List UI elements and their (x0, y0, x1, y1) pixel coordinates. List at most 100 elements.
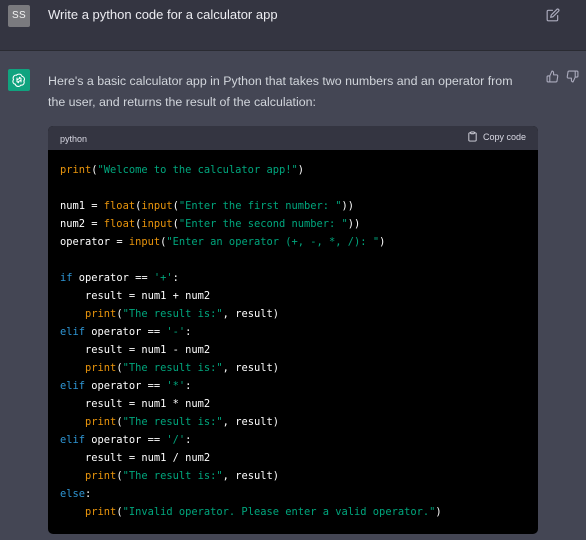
code-token: - (172, 344, 186, 356)
code-line: print("The result is:", result) (60, 359, 528, 377)
code-token: == (147, 380, 167, 392)
code-token: '*' (166, 380, 186, 392)
code-token: num1 (60, 200, 92, 212)
code-token: )) (347, 218, 361, 230)
code-line: print("The result is:", result) (60, 413, 528, 431)
code-token: = (91, 200, 104, 212)
user-message-row: SS Write a python code for a calculator … (0, 0, 586, 51)
code-token: result (235, 416, 273, 428)
code-token: : (172, 272, 179, 284)
assistant-intro-text: Here's a basic calculator app in Python … (48, 74, 513, 109)
code-token: input (128, 236, 161, 248)
code-token: "The result is:" (122, 470, 223, 482)
thumbs-up-icon[interactable] (546, 70, 559, 83)
assistant-message-row: Here's a basic calculator app in Python … (0, 51, 586, 540)
code-token: ) (379, 236, 386, 248)
code-token: num1 (141, 290, 173, 302)
code-token: print (85, 362, 117, 374)
code-token: '/' (166, 434, 186, 446)
code-token: == (135, 272, 154, 284)
code-token: print (85, 470, 117, 482)
code-line: print("Invalid operator. Please enter a … (60, 503, 528, 521)
code-token: result (60, 398, 129, 410)
code-token: print (85, 308, 117, 320)
openai-logo-icon (12, 73, 26, 88)
code-line: elif operator == '-': (60, 323, 528, 341)
code-token: if (60, 272, 79, 284)
assistant-avatar (8, 69, 30, 91)
user-avatar: SS (8, 5, 30, 27)
code-token: = (128, 398, 142, 410)
code-token: * (172, 398, 186, 410)
code-token: num2 (185, 290, 211, 302)
code-line: else: (60, 485, 528, 503)
code-block: python Copy code print("Welcome to the c… (48, 126, 538, 534)
code-line: print("The result is:", result) (60, 305, 528, 323)
code-token: "Invalid operator. Please enter a valid … (122, 506, 436, 518)
code-token: operator (91, 434, 148, 446)
code-line: elif operator == '*': (60, 377, 528, 395)
code-line: result = num1 / num2 (60, 449, 528, 467)
code-token: elif (60, 326, 92, 338)
code-token: "Enter the second number: " (178, 218, 348, 230)
clipboard-icon (468, 131, 477, 142)
code-line: operator = input("Enter an operator (+, … (60, 233, 528, 251)
code-token: result (60, 290, 129, 302)
code-token: else (60, 488, 86, 500)
code-token: elif (60, 434, 92, 446)
code-token: , (222, 416, 236, 428)
code-token: "The result is:" (122, 416, 223, 428)
code-token: == (147, 434, 167, 446)
code-block-header: python Copy code (48, 126, 538, 150)
user-prompt-text: Write a python code for a calculator app (48, 7, 278, 22)
code-token: operator (91, 380, 148, 392)
edit-icon[interactable] (546, 8, 560, 22)
code-token: ) (435, 506, 442, 518)
copy-code-button[interactable]: Copy code (467, 131, 526, 142)
code-token: , (222, 470, 236, 482)
code-content: print("Welcome to the calculator app!") n… (60, 161, 528, 521)
code-line: result = num1 - num2 (60, 341, 528, 359)
code-token: input (141, 200, 173, 212)
code-token: '+' (153, 272, 173, 284)
code-token: = (116, 236, 129, 248)
code-token: : (185, 434, 192, 446)
code-token: num2 (60, 218, 92, 230)
code-line: if operator == '+': (60, 269, 528, 287)
code-line: num1 = float(input("Enter the first numb… (60, 197, 528, 215)
code-token: : (185, 380, 192, 392)
code-line: print("Welcome to the calculator app!") (60, 161, 528, 179)
code-token: print (85, 416, 117, 428)
code-token: num1 (141, 452, 173, 464)
code-token: num1 (141, 398, 173, 410)
code-token: ) (272, 416, 279, 428)
code-token: float (103, 200, 136, 212)
code-token: operator (78, 272, 136, 284)
code-token: print (85, 506, 117, 518)
thumbs-down-icon[interactable] (566, 70, 579, 83)
code-token: "Enter the first number: " (178, 200, 342, 212)
code-token: = (128, 344, 142, 356)
code-language-label: python (60, 134, 88, 144)
code-token: "Welcome to the calculator app!" (97, 164, 298, 176)
code-token: num2 (185, 344, 211, 356)
code-token: "Enter an operator (+, -, *, /): " (166, 236, 380, 248)
code-token: ) (297, 164, 304, 176)
code-token: , (222, 308, 236, 320)
code-token: "The result is:" (122, 362, 223, 374)
code-token: input (141, 218, 173, 230)
code-token: )) (341, 200, 355, 212)
code-token: operator (60, 236, 117, 248)
code-token: num2 (185, 398, 211, 410)
code-token: / (172, 452, 186, 464)
code-line: result = num1 + num2 (60, 287, 528, 305)
code-token: + (172, 290, 186, 302)
code-token: float (103, 218, 136, 230)
code-line: result = num1 * num2 (60, 395, 528, 413)
code-token: operator (91, 326, 148, 338)
